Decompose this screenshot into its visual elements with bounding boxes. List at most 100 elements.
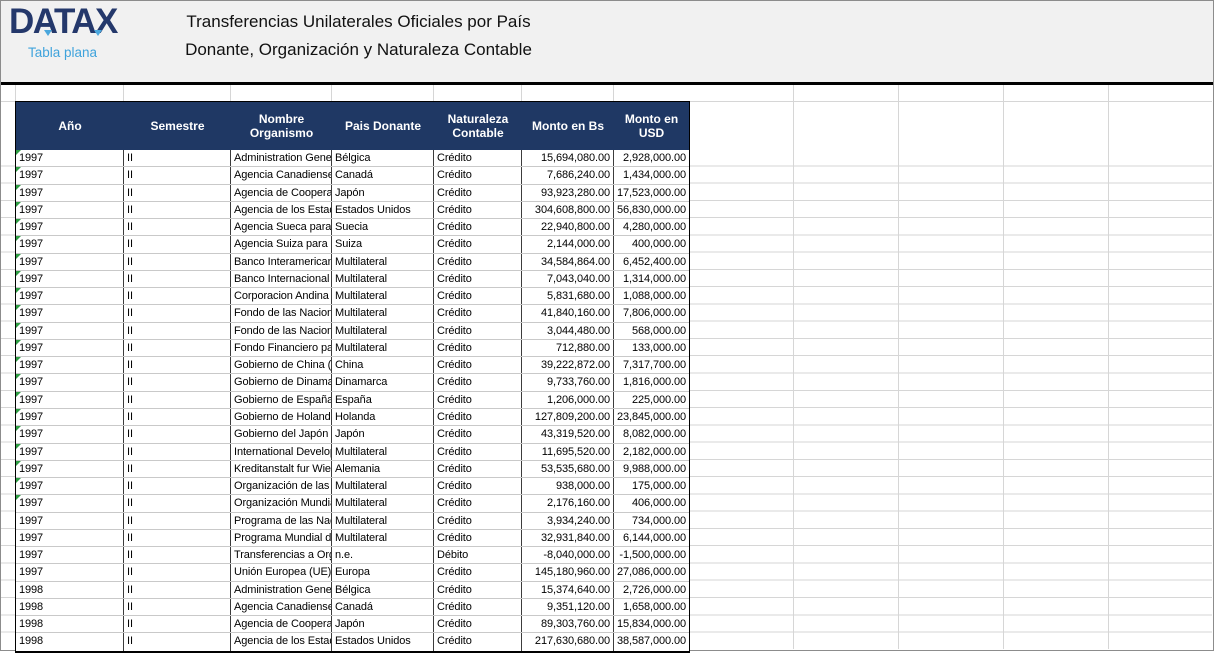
cell-monto-bs[interactable]: 5,831,680.00 (522, 288, 614, 304)
cell-ano[interactable]: 1997 (16, 236, 124, 252)
cell-monto-usd[interactable]: 2,928,000.00 (614, 150, 689, 166)
cell-naturaleza-contable[interactable]: Crédito (434, 236, 522, 252)
cell-nombre-organismo[interactable]: Transferencias a Orga (231, 547, 332, 563)
cell-ano[interactable]: 1997 (16, 461, 124, 477)
cell-monto-usd[interactable]: 734,000.00 (614, 513, 689, 529)
cell-semestre[interactable]: II (124, 185, 231, 201)
cell-monto-bs[interactable]: 32,931,840.00 (522, 530, 614, 546)
cell-nombre-organismo[interactable]: Agencia Suiza para e (231, 236, 332, 252)
cell-monto-usd[interactable]: 400,000.00 (614, 236, 689, 252)
cell-pais-donante[interactable]: Multilateral (332, 513, 434, 529)
cell-monto-bs[interactable]: 9,351,120.00 (522, 599, 614, 615)
cell-semestre[interactable]: II (124, 357, 231, 373)
cell-naturaleza-contable[interactable]: Crédito (434, 409, 522, 425)
cell-naturaleza-contable[interactable]: Crédito (434, 582, 522, 598)
cell-naturaleza-contable[interactable]: Crédito (434, 150, 522, 166)
header-cell-nombre-organismo[interactable]: Nombre Organismo (231, 102, 332, 150)
cell-ano[interactable]: 1997 (16, 254, 124, 270)
cell-monto-usd[interactable]: 133,000.00 (614, 340, 689, 356)
cell-monto-usd[interactable]: 38,587,000.00 (614, 633, 689, 650)
cell-ano[interactable]: 1997 (16, 357, 124, 373)
cell-monto-usd[interactable]: 23,845,000.00 (614, 409, 689, 425)
cell-pais-donante[interactable]: Multilateral (332, 478, 434, 494)
header-cell-ano[interactable]: Año (16, 102, 124, 150)
cell-pais-donante[interactable]: Bélgica (332, 582, 434, 598)
cell-pais-donante[interactable]: Bélgica (332, 150, 434, 166)
cell-pais-donante[interactable]: Dinamarca (332, 374, 434, 390)
cell-pais-donante[interactable]: Multilateral (332, 271, 434, 287)
cell-ano[interactable]: 1998 (16, 582, 124, 598)
cell-pais-donante[interactable]: Suecia (332, 219, 434, 235)
cell-pais-donante[interactable]: China (332, 357, 434, 373)
cell-nombre-organismo[interactable]: Gobierno de España (231, 392, 332, 408)
cell-naturaleza-contable[interactable]: Crédito (434, 357, 522, 373)
cell-nombre-organismo[interactable]: Administration Gener (231, 150, 332, 166)
cell-monto-bs[interactable]: 3,934,240.00 (522, 513, 614, 529)
cell-naturaleza-contable[interactable]: Crédito (434, 513, 522, 529)
cell-pais-donante[interactable]: Japón (332, 426, 434, 442)
cell-monto-bs[interactable]: 2,144,000.00 (522, 236, 614, 252)
cell-semestre[interactable]: II (124, 340, 231, 356)
cell-naturaleza-contable[interactable]: Crédito (434, 633, 522, 650)
cell-naturaleza-contable[interactable]: Crédito (434, 564, 522, 580)
cell-nombre-organismo[interactable]: Kreditanstalt fur Wied (231, 461, 332, 477)
cell-ano[interactable]: 1997 (16, 202, 124, 218)
cell-semestre[interactable]: II (124, 374, 231, 390)
cell-naturaleza-contable[interactable]: Crédito (434, 185, 522, 201)
cell-naturaleza-contable[interactable]: Crédito (434, 254, 522, 270)
cell-monto-usd[interactable]: 1,816,000.00 (614, 374, 689, 390)
cell-nombre-organismo[interactable]: Gobierno de Holanda (231, 409, 332, 425)
cell-monto-bs[interactable]: 3,044,480.00 (522, 323, 614, 339)
cell-nombre-organismo[interactable]: Agencia de Cooperac (231, 185, 332, 201)
cell-ano[interactable]: 1998 (16, 616, 124, 632)
cell-monto-bs[interactable]: 2,176,160.00 (522, 495, 614, 511)
cell-naturaleza-contable[interactable]: Crédito (434, 271, 522, 287)
cell-naturaleza-contable[interactable]: Crédito (434, 392, 522, 408)
cell-monto-bs[interactable]: -8,040,000.00 (522, 547, 614, 563)
cell-monto-usd[interactable]: 7,806,000.00 (614, 305, 689, 321)
cell-nombre-organismo[interactable]: Fondo de las Nacione (231, 305, 332, 321)
cell-pais-donante[interactable]: Multilateral (332, 495, 434, 511)
cell-monto-usd[interactable]: 27,086,000.00 (614, 564, 689, 580)
cell-monto-bs[interactable]: 15,694,080.00 (522, 150, 614, 166)
cell-naturaleza-contable[interactable]: Crédito (434, 323, 522, 339)
cell-nombre-organismo[interactable]: Agencia Canadiense (231, 599, 332, 615)
cell-nombre-organismo[interactable]: Agencia Canadiense (231, 167, 332, 183)
cell-monto-bs[interactable]: 11,695,520.00 (522, 444, 614, 460)
cell-monto-bs[interactable]: 53,535,680.00 (522, 461, 614, 477)
cell-monto-usd[interactable]: 6,144,000.00 (614, 530, 689, 546)
cell-semestre[interactable]: II (124, 478, 231, 494)
cell-nombre-organismo[interactable]: Administration Gener (231, 582, 332, 598)
cell-nombre-organismo[interactable]: Agencia de Cooperac (231, 616, 332, 632)
cell-pais-donante[interactable]: Canadá (332, 599, 434, 615)
cell-semestre[interactable]: II (124, 236, 231, 252)
cell-ano[interactable]: 1998 (16, 633, 124, 650)
cell-monto-bs[interactable]: 217,630,680.00 (522, 633, 614, 650)
cell-monto-usd[interactable]: 1,088,000.00 (614, 288, 689, 304)
cell-ano[interactable]: 1997 (16, 426, 124, 442)
cell-monto-bs[interactable]: 7,043,040.00 (522, 271, 614, 287)
cell-ano[interactable]: 1997 (16, 271, 124, 287)
cell-ano[interactable]: 1997 (16, 305, 124, 321)
cell-monto-bs[interactable]: 7,686,240.00 (522, 167, 614, 183)
cell-nombre-organismo[interactable]: Organización Mundia (231, 495, 332, 511)
cell-monto-usd[interactable]: 9,988,000.00 (614, 461, 689, 477)
cell-nombre-organismo[interactable]: Agencia de los Estad (231, 202, 332, 218)
cell-monto-usd[interactable]: 175,000.00 (614, 478, 689, 494)
cell-semestre[interactable]: II (124, 582, 231, 598)
cell-pais-donante[interactable]: Multilateral (332, 254, 434, 270)
cell-semestre[interactable]: II (124, 254, 231, 270)
cell-naturaleza-contable[interactable]: Crédito (434, 219, 522, 235)
cell-semestre[interactable]: II (124, 495, 231, 511)
cell-nombre-organismo[interactable]: Unión Europea (UE) (231, 564, 332, 580)
cell-ano[interactable]: 1997 (16, 167, 124, 183)
cell-pais-donante[interactable]: Multilateral (332, 340, 434, 356)
cell-semestre[interactable]: II (124, 513, 231, 529)
cell-semestre[interactable]: II (124, 219, 231, 235)
cell-semestre[interactable]: II (124, 547, 231, 563)
cell-monto-bs[interactable]: 712,880.00 (522, 340, 614, 356)
cell-monto-bs[interactable]: 304,608,800.00 (522, 202, 614, 218)
cell-ano[interactable]: 1997 (16, 374, 124, 390)
cell-monto-usd[interactable]: 2,726,000.00 (614, 582, 689, 598)
header-cell-semestre[interactable]: Semestre (124, 102, 231, 150)
